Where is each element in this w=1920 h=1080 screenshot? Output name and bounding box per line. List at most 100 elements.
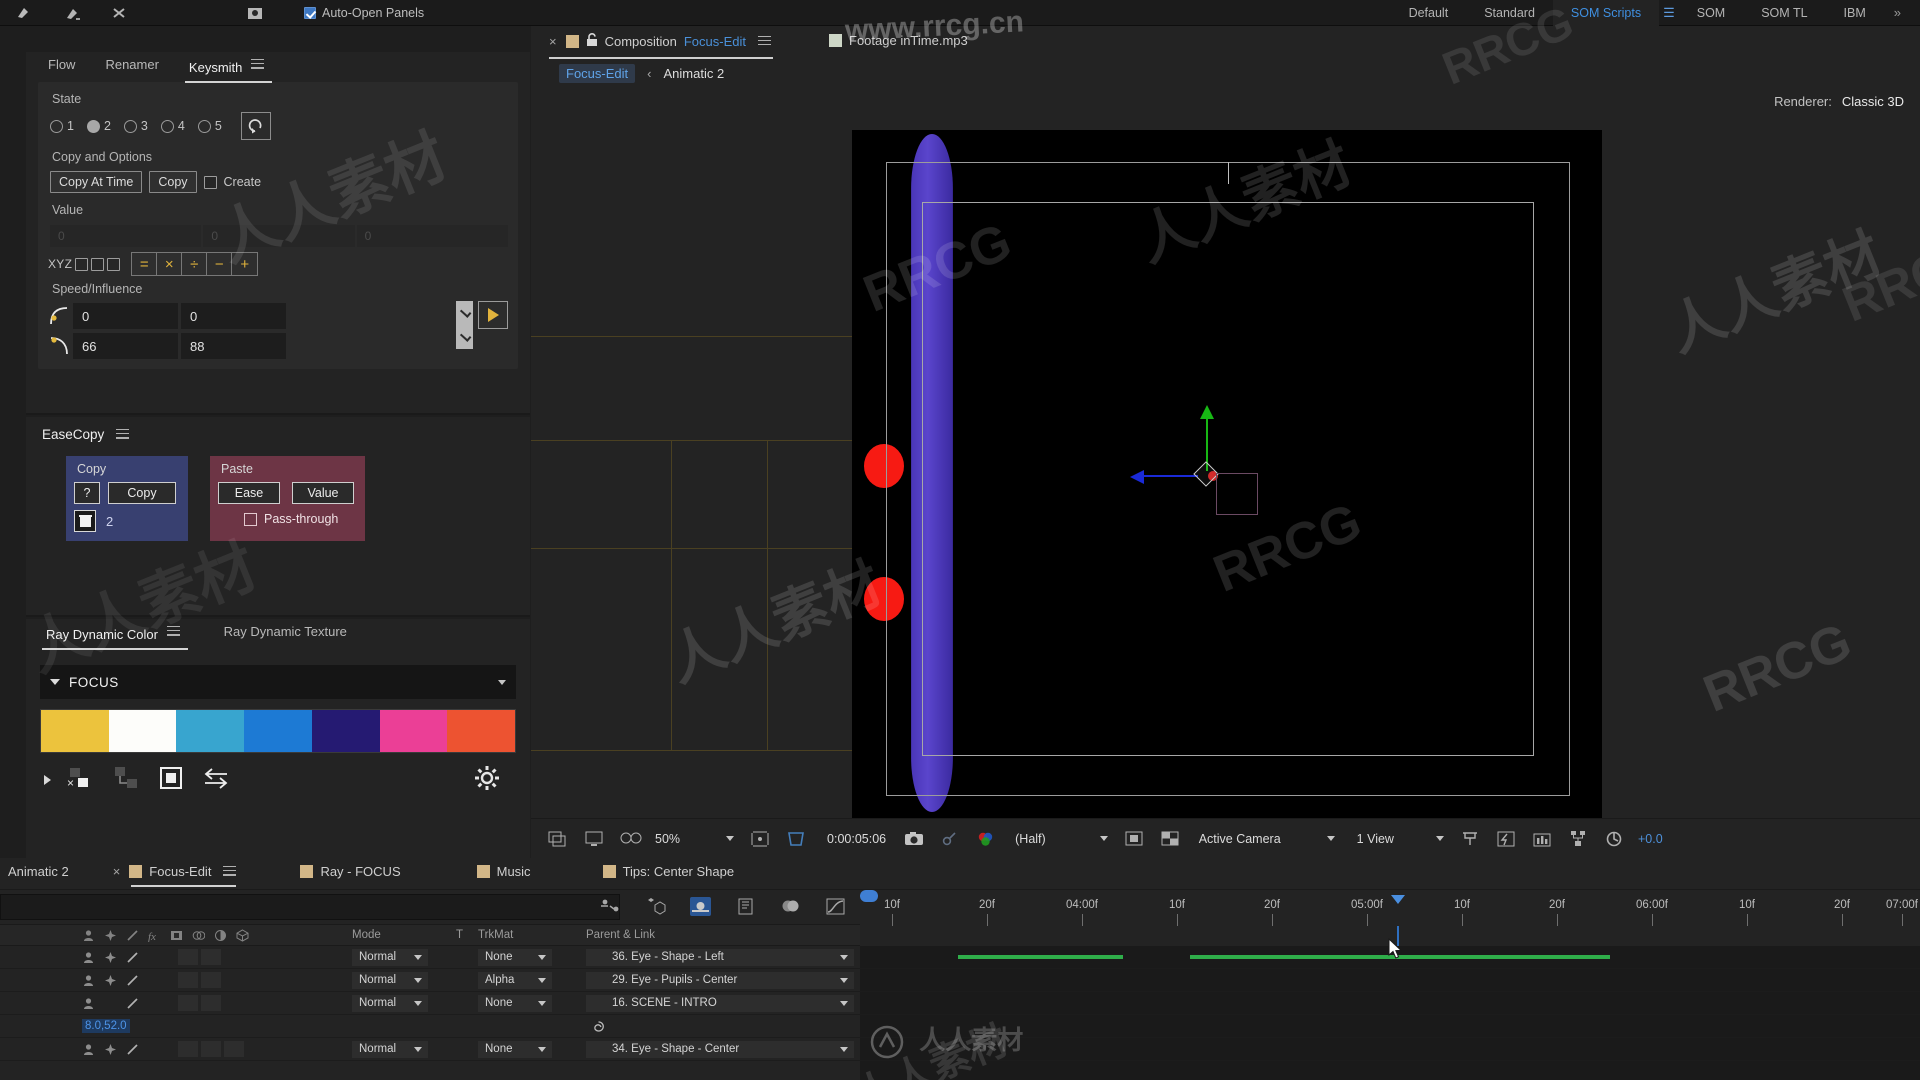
state-radio-4[interactable]: 4 xyxy=(160,119,185,133)
chevron-down-icon[interactable] xyxy=(840,1000,848,1006)
brush-icon[interactable] xyxy=(14,5,36,21)
tab-composition-focus-edit[interactable]: × Composition Focus-Edit xyxy=(543,26,781,59)
tab-keysmith[interactable]: Keysmith xyxy=(183,52,288,84)
workspace-overflow-icon[interactable]: » xyxy=(1884,5,1910,20)
row-switches[interactable] xyxy=(82,974,139,987)
breadcrumb[interactable]: Focus-Edit ‹ Animatic 2 xyxy=(531,60,1920,89)
snapshot-camera-icon[interactable] xyxy=(904,830,926,848)
swatch-2[interactable] xyxy=(176,710,245,752)
3d-axis-gizmo[interactable] xyxy=(1130,405,1308,565)
close-icon[interactable]: × xyxy=(113,864,123,879)
checkbox-icon[interactable] xyxy=(304,6,316,19)
shy-icon[interactable] xyxy=(82,997,95,1010)
region-of-interest-icon[interactable] xyxy=(786,830,808,848)
shy-icon[interactable] xyxy=(82,1043,95,1056)
motion-blur-icon[interactable] xyxy=(192,929,206,942)
enable-frame-blending-icon[interactable] xyxy=(645,897,666,916)
create-checkbox[interactable] xyxy=(203,175,217,189)
tab-footage-intime[interactable]: Footage inTime.mp3 xyxy=(823,26,978,57)
cell-mode[interactable]: Normal xyxy=(352,1040,428,1058)
tab-ray-dynamic-texture[interactable]: Ray Dynamic Texture xyxy=(204,619,371,647)
value-field-x[interactable]: 0 xyxy=(50,225,202,247)
row-switches[interactable] xyxy=(82,951,139,964)
workspace-tab-som-tl[interactable]: SOM TL xyxy=(1743,0,1825,26)
cell-parent-link[interactable]: 36. Eye - Shape - Left xyxy=(586,948,854,966)
chevron-down-icon[interactable] xyxy=(840,1046,848,1052)
cell-parent-link[interactable]: 16. SCENE - INTRO xyxy=(586,994,854,1012)
collapse-transformations-icon[interactable] xyxy=(104,1043,117,1056)
passthrough-checkbox[interactable] xyxy=(244,512,257,526)
swatch-1[interactable] xyxy=(108,710,177,752)
copy-at-time-button[interactable]: Copy At Time xyxy=(50,171,143,193)
reset-state-button[interactable] xyxy=(240,112,271,140)
state-radio-5[interactable]: 5 xyxy=(197,119,222,133)
swap-colors-icon[interactable] xyxy=(201,767,231,792)
pixel-aspect-icon[interactable] xyxy=(1460,830,1482,848)
pick-whip-icon[interactable] xyxy=(592,1020,605,1033)
state-radio-2[interactable]: 2 xyxy=(86,119,111,133)
xyz-checkbox-x[interactable] xyxy=(75,257,89,271)
timeline-tab-tips-center-shape[interactable]: Tips: Center Shape xyxy=(595,858,749,887)
work-area-marker[interactable] xyxy=(860,890,878,902)
keysmith-menu-icon[interactable] xyxy=(251,56,265,71)
link-colors-icon[interactable] xyxy=(113,766,143,793)
swatch-0[interactable] xyxy=(41,710,109,752)
show-snapshot-icon[interactable] xyxy=(940,830,962,848)
trash-button[interactable] xyxy=(74,510,96,533)
timeline-toggle-icons[interactable] xyxy=(600,897,846,916)
speed-out-field[interactable]: 66 xyxy=(73,333,178,359)
viewer-bottom-toolbar[interactable]: 50% 0:00:05:06 (Half) Active Camera 1 Vi… xyxy=(531,818,1920,858)
copy-button[interactable]: Copy xyxy=(149,171,197,193)
playhead-marker[interactable] xyxy=(1391,895,1405,924)
camera-chevron-icon[interactable] xyxy=(1326,836,1335,841)
chevron-down-icon[interactable] xyxy=(538,954,546,960)
always-preview-icon[interactable] xyxy=(548,830,570,848)
auto-keyframe-icon[interactable] xyxy=(780,897,801,916)
timeline-menu-icon[interactable] xyxy=(223,863,237,878)
motion-blur-icon[interactable] xyxy=(690,897,711,916)
exposure-value[interactable]: +0.0 xyxy=(1638,832,1663,846)
paste-ease-button[interactable]: Ease xyxy=(218,482,280,505)
search-input[interactable] xyxy=(0,894,620,920)
renderer-value[interactable]: Classic 3D xyxy=(1842,94,1904,109)
timeline-track-area[interactable]: 人人素材 xyxy=(849,946,1920,1080)
workspace-tab-som-scripts[interactable]: SOM Scripts xyxy=(1552,0,1660,26)
effects-fx-icon[interactable]: fx xyxy=(148,929,161,943)
lock-icon[interactable] xyxy=(586,33,598,50)
close-icon[interactable]: × xyxy=(549,34,559,49)
timeline-ruler[interactable]: 10f 20f 04:00f 10f 20f 05:00f 10f 20f 06… xyxy=(860,890,1920,926)
chevron-down-icon[interactable] xyxy=(414,1000,422,1006)
resolution-value[interactable]: (Half) xyxy=(1015,832,1046,846)
view-count-value[interactable]: 1 View xyxy=(1357,832,1394,846)
state-radio-group[interactable]: 1 2 3 4 5 xyxy=(48,111,508,146)
state-radio-1[interactable]: 1 xyxy=(50,119,74,133)
workspace-tab-default[interactable]: Default xyxy=(1391,0,1467,26)
xyz-checkbox-z[interactable] xyxy=(107,257,121,271)
expand-right-icon[interactable] xyxy=(44,774,51,785)
collapse-transformations-icon[interactable] xyxy=(104,951,117,964)
eraser-icon[interactable] xyxy=(110,5,132,21)
speed-in-field[interactable]: 0 xyxy=(73,303,178,329)
operator-plus[interactable]: + xyxy=(232,253,258,275)
collapse-transformations-icon[interactable] xyxy=(104,974,117,987)
influence-in-field[interactable]: 0 xyxy=(181,303,286,329)
shy-icon[interactable] xyxy=(82,951,95,964)
swatch-5[interactable] xyxy=(379,710,448,752)
ray-panel-tabs[interactable]: Ray Dynamic Color Ray Dynamic Texture xyxy=(26,619,530,651)
adjustment-layer-icon[interactable] xyxy=(214,929,227,942)
stereo-3d-icon[interactable] xyxy=(620,830,642,848)
cell-mode[interactable]: Normal xyxy=(352,971,428,989)
chevron-down-icon[interactable] xyxy=(538,977,546,983)
current-time[interactable]: 0:00:05:06 xyxy=(827,832,886,846)
value-field-z[interactable]: 0 xyxy=(356,225,508,247)
graph-editor-shy-icon[interactable] xyxy=(600,897,621,916)
clear-color-icon[interactable]: × xyxy=(67,767,97,792)
transparency-grid-icon[interactable] xyxy=(1160,830,1182,848)
roto-brush-icon[interactable] xyxy=(246,5,268,21)
cell-parent-link[interactable]: 29. Eye - Pupils - Center xyxy=(586,971,854,989)
viewer-tabbar[interactable]: × Composition Focus-Edit Footage inTime.… xyxy=(531,26,1920,60)
brainstorm-icon[interactable] xyxy=(735,897,756,916)
timeline-tab-music[interactable]: Music xyxy=(469,858,545,887)
timeline-tabbar[interactable]: Animatic 2 × Focus-Edit Ray - FOCUS Musi… xyxy=(0,858,1920,890)
zoom-level[interactable]: 50% xyxy=(655,832,680,846)
